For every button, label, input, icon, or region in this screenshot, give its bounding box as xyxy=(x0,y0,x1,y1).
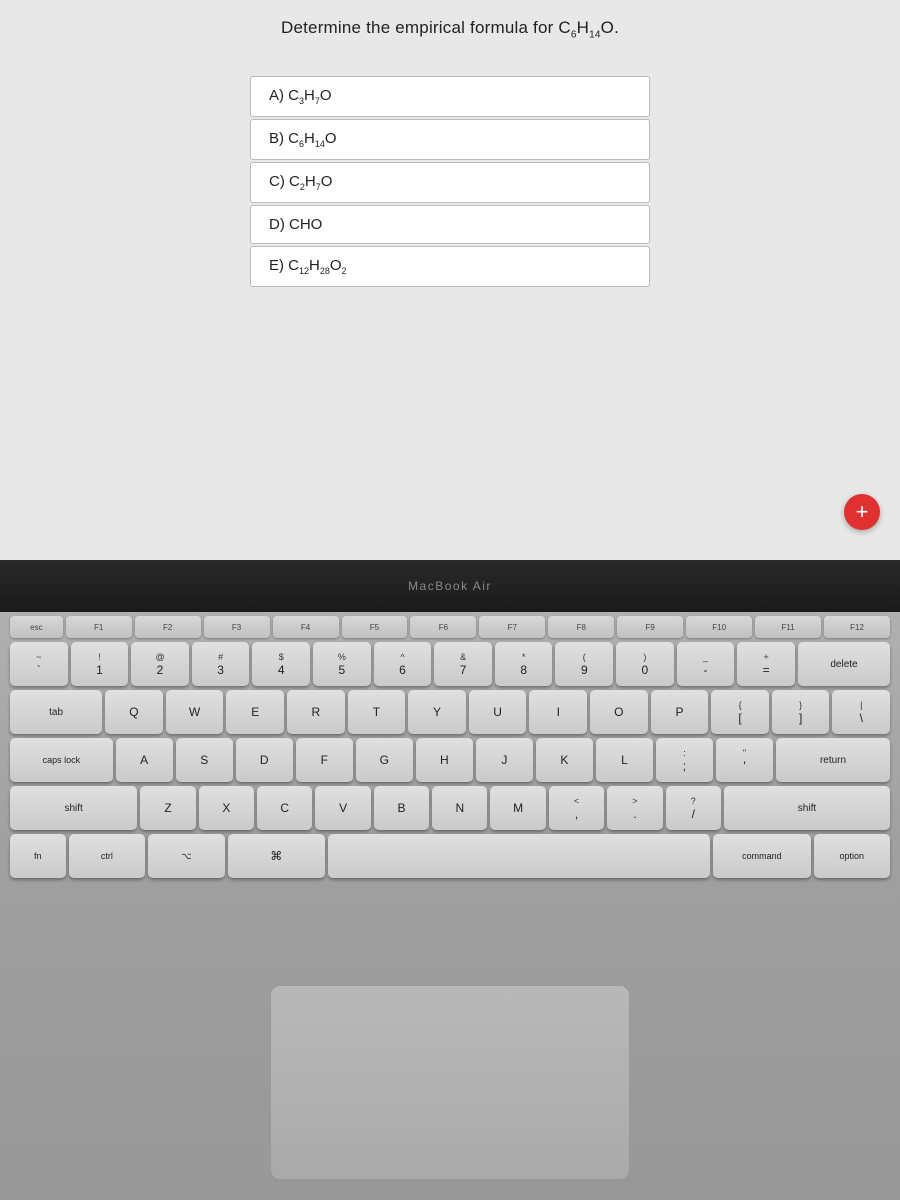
key-r[interactable]: R xyxy=(287,690,345,734)
zxcv-row: shift Z X C V B N M <, >. ?/ shift xyxy=(10,786,890,830)
key-e[interactable]: E xyxy=(226,690,284,734)
key-4[interactable]: $4 xyxy=(252,642,310,686)
key-2[interactable]: @2 xyxy=(131,642,189,686)
plus-button[interactable]: + xyxy=(844,494,880,530)
key-f8[interactable]: F8 xyxy=(548,616,614,638)
answer-choices: A) C3H7O B) C6H14O C) C2H7O D) CHO E) C1… xyxy=(250,76,650,287)
answer-choice-b[interactable]: B) C6H14O xyxy=(250,119,650,160)
answer-choice-d[interactable]: D) CHO xyxy=(250,205,650,244)
answer-choice-a[interactable]: A) C3H7O xyxy=(250,76,650,117)
trackpad[interactable] xyxy=(270,985,630,1180)
key-f10[interactable]: F10 xyxy=(686,616,752,638)
key-space[interactable] xyxy=(328,834,710,878)
key-option-left[interactable]: ⌥ xyxy=(148,834,224,878)
key-j[interactable]: J xyxy=(476,738,533,782)
key-i[interactable]: I xyxy=(529,690,587,734)
key-shift-left[interactable]: shift xyxy=(10,786,137,830)
key-q[interactable]: Q xyxy=(105,690,163,734)
key-f2[interactable]: F2 xyxy=(135,616,201,638)
key-t[interactable]: T xyxy=(348,690,406,734)
key-3[interactable]: #3 xyxy=(192,642,250,686)
key-f6[interactable]: F6 xyxy=(410,616,476,638)
key-f1[interactable]: F1 xyxy=(66,616,132,638)
key-n[interactable]: N xyxy=(432,786,487,830)
key-bracket-close[interactable]: }] xyxy=(772,690,830,734)
key-z[interactable]: Z xyxy=(140,786,195,830)
key-semicolon[interactable]: :; xyxy=(656,738,713,782)
key-command-left[interactable]: ⌘ xyxy=(228,834,325,878)
key-slash[interactable]: ?/ xyxy=(666,786,721,830)
key-shift-right[interactable]: shift xyxy=(724,786,890,830)
key-f4[interactable]: F4 xyxy=(273,616,339,638)
answer-choice-e[interactable]: E) C12H28O2 xyxy=(250,246,650,287)
fn-row: esc F1 F2 F3 F4 F5 F6 F7 F8 F9 F10 F11 F… xyxy=(10,616,890,638)
key-l[interactable]: L xyxy=(596,738,653,782)
key-command-right[interactable]: command xyxy=(713,834,810,878)
keyboard-area: esc F1 F2 F3 F4 F5 F6 F7 F8 F9 F10 F11 F… xyxy=(0,612,900,1200)
answer-choice-c[interactable]: C) C2H7O xyxy=(250,162,650,203)
key-bracket-open[interactable]: {[ xyxy=(711,690,769,734)
key-f12[interactable]: F12 xyxy=(824,616,890,638)
key-h[interactable]: H xyxy=(416,738,473,782)
key-delete[interactable]: delete xyxy=(798,642,890,686)
key-return[interactable]: return xyxy=(776,738,890,782)
key-comma[interactable]: <, xyxy=(549,786,604,830)
key-c[interactable]: C xyxy=(257,786,312,830)
key-g[interactable]: G xyxy=(356,738,413,782)
key-f7[interactable]: F7 xyxy=(479,616,545,638)
key-f9[interactable]: F9 xyxy=(617,616,683,638)
key-f11[interactable]: F11 xyxy=(755,616,821,638)
key-w[interactable]: W xyxy=(166,690,224,734)
key-b[interactable]: B xyxy=(374,786,429,830)
key-backslash[interactable]: |\ xyxy=(832,690,890,734)
key-0[interactable]: )0 xyxy=(616,642,674,686)
key-p[interactable]: P xyxy=(651,690,709,734)
key-6[interactable]: ^6 xyxy=(374,642,432,686)
key-equals[interactable]: += xyxy=(737,642,795,686)
key-f5[interactable]: F5 xyxy=(342,616,408,638)
key-s[interactable]: S xyxy=(176,738,233,782)
asdf-row: caps lock A S D F G H J K L :; "' return xyxy=(10,738,890,782)
key-option-right[interactable]: option xyxy=(814,834,890,878)
key-y[interactable]: Y xyxy=(408,690,466,734)
screen-area: Determine the empirical formula for C6H1… xyxy=(0,0,900,560)
key-a[interactable]: A xyxy=(116,738,173,782)
bottom-row: fn ctrl ⌥ ⌘ command option xyxy=(10,834,890,878)
key-minus[interactable]: _- xyxy=(677,642,735,686)
key-f[interactable]: F xyxy=(296,738,353,782)
key-5[interactable]: %5 xyxy=(313,642,371,686)
key-tab[interactable]: tab xyxy=(10,690,102,734)
key-esc[interactable]: esc xyxy=(10,616,63,638)
qwerty-row: tab Q W E R T Y U I O P {[ }] |\ xyxy=(10,690,890,734)
key-period[interactable]: >. xyxy=(607,786,662,830)
key-k[interactable]: K xyxy=(536,738,593,782)
key-m[interactable]: M xyxy=(490,786,545,830)
key-f3[interactable]: F3 xyxy=(204,616,270,638)
key-o[interactable]: O xyxy=(590,690,648,734)
key-u[interactable]: U xyxy=(469,690,527,734)
key-8[interactable]: *8 xyxy=(495,642,553,686)
bezel-bar: MacBook Air xyxy=(0,560,900,612)
macbook-label: MacBook Air xyxy=(408,579,492,593)
key-v[interactable]: V xyxy=(315,786,370,830)
key-9[interactable]: (9 xyxy=(555,642,613,686)
key-1[interactable]: !1 xyxy=(71,642,129,686)
key-x[interactable]: X xyxy=(199,786,254,830)
key-fn[interactable]: fn xyxy=(10,834,66,878)
key-quote[interactable]: "' xyxy=(716,738,773,782)
key-d[interactable]: D xyxy=(236,738,293,782)
key-capslock[interactable]: caps lock xyxy=(10,738,113,782)
question-text: Determine the empirical formula for C6H1… xyxy=(281,18,619,40)
key-backtick[interactable]: ~` xyxy=(10,642,68,686)
number-row: ~` !1 @2 #3 $4 %5 ^6 &7 *8 (9 )0 _- += d… xyxy=(10,642,890,686)
key-ctrl-left[interactable]: ctrl xyxy=(69,834,145,878)
key-7[interactable]: &7 xyxy=(434,642,492,686)
